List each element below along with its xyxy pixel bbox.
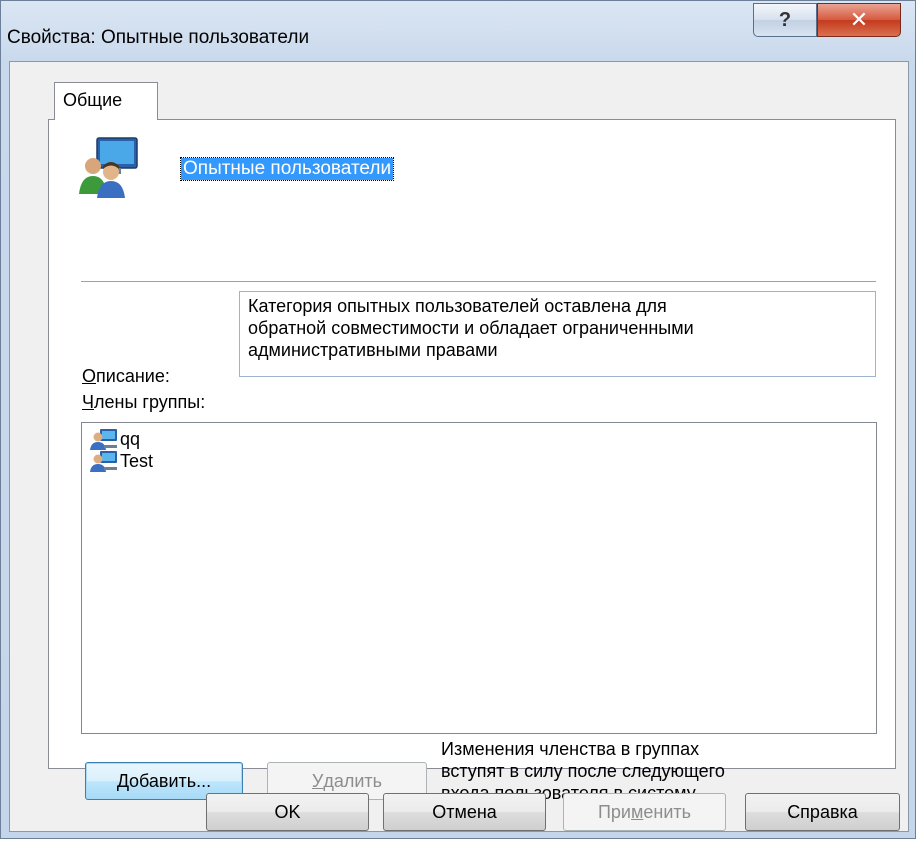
description-line: обратной совместимости и обладает ограни… — [248, 318, 694, 338]
tab-label: Общие — [63, 90, 123, 110]
window-title: Свойства: Опытные пользователи — [7, 27, 310, 48]
tab-general[interactable]: Общие — [54, 82, 158, 120]
user-group-icon — [79, 137, 138, 198]
help-button[interactable]: ? — [753, 3, 817, 37]
close-icon: ✕ — [849, 7, 869, 32]
user-icon — [90, 429, 117, 450]
ok-button[interactable]: OK — [206, 793, 369, 831]
description-label: Описание: — [82, 366, 170, 386]
description-field[interactable]: Категория опытных пользователей оставлен… — [239, 291, 876, 377]
member-name: qq — [120, 428, 141, 449]
help-dialog-button[interactable]: Справка — [745, 793, 900, 831]
properties-dialog: Свойства: Опытные пользователи ? ✕ Общие… — [0, 0, 916, 839]
title-bar[interactable]: Свойства: Опытные пользователи ? ✕ — [1, 1, 915, 61]
group-name-field[interactable]: Опытные пользователи — [179, 157, 395, 181]
member-name: Test — [120, 450, 154, 471]
tab-panel-general: Опытные пользователи Описание: Категория… — [48, 119, 896, 803]
list-item[interactable]: Test — [90, 450, 876, 472]
members-label: Члены группы: — [82, 392, 206, 412]
dialog-client-area: Общие Опытные пользователи Описание: Кат… — [9, 61, 909, 832]
list-item[interactable]: qq — [90, 428, 876, 450]
description-line: административными правами — [248, 340, 498, 360]
description-line: Категория опытных пользователей оставлен… — [248, 296, 667, 316]
question-mark-icon: ? — [778, 8, 792, 31]
close-button[interactable]: ✕ — [817, 3, 901, 37]
members-list[interactable]: qq Test — [81, 422, 877, 734]
separator — [81, 281, 876, 283]
cancel-button[interactable]: Отмена — [383, 793, 546, 831]
user-icon — [90, 451, 117, 472]
apply-button[interactable]: При м енить — [563, 793, 726, 831]
